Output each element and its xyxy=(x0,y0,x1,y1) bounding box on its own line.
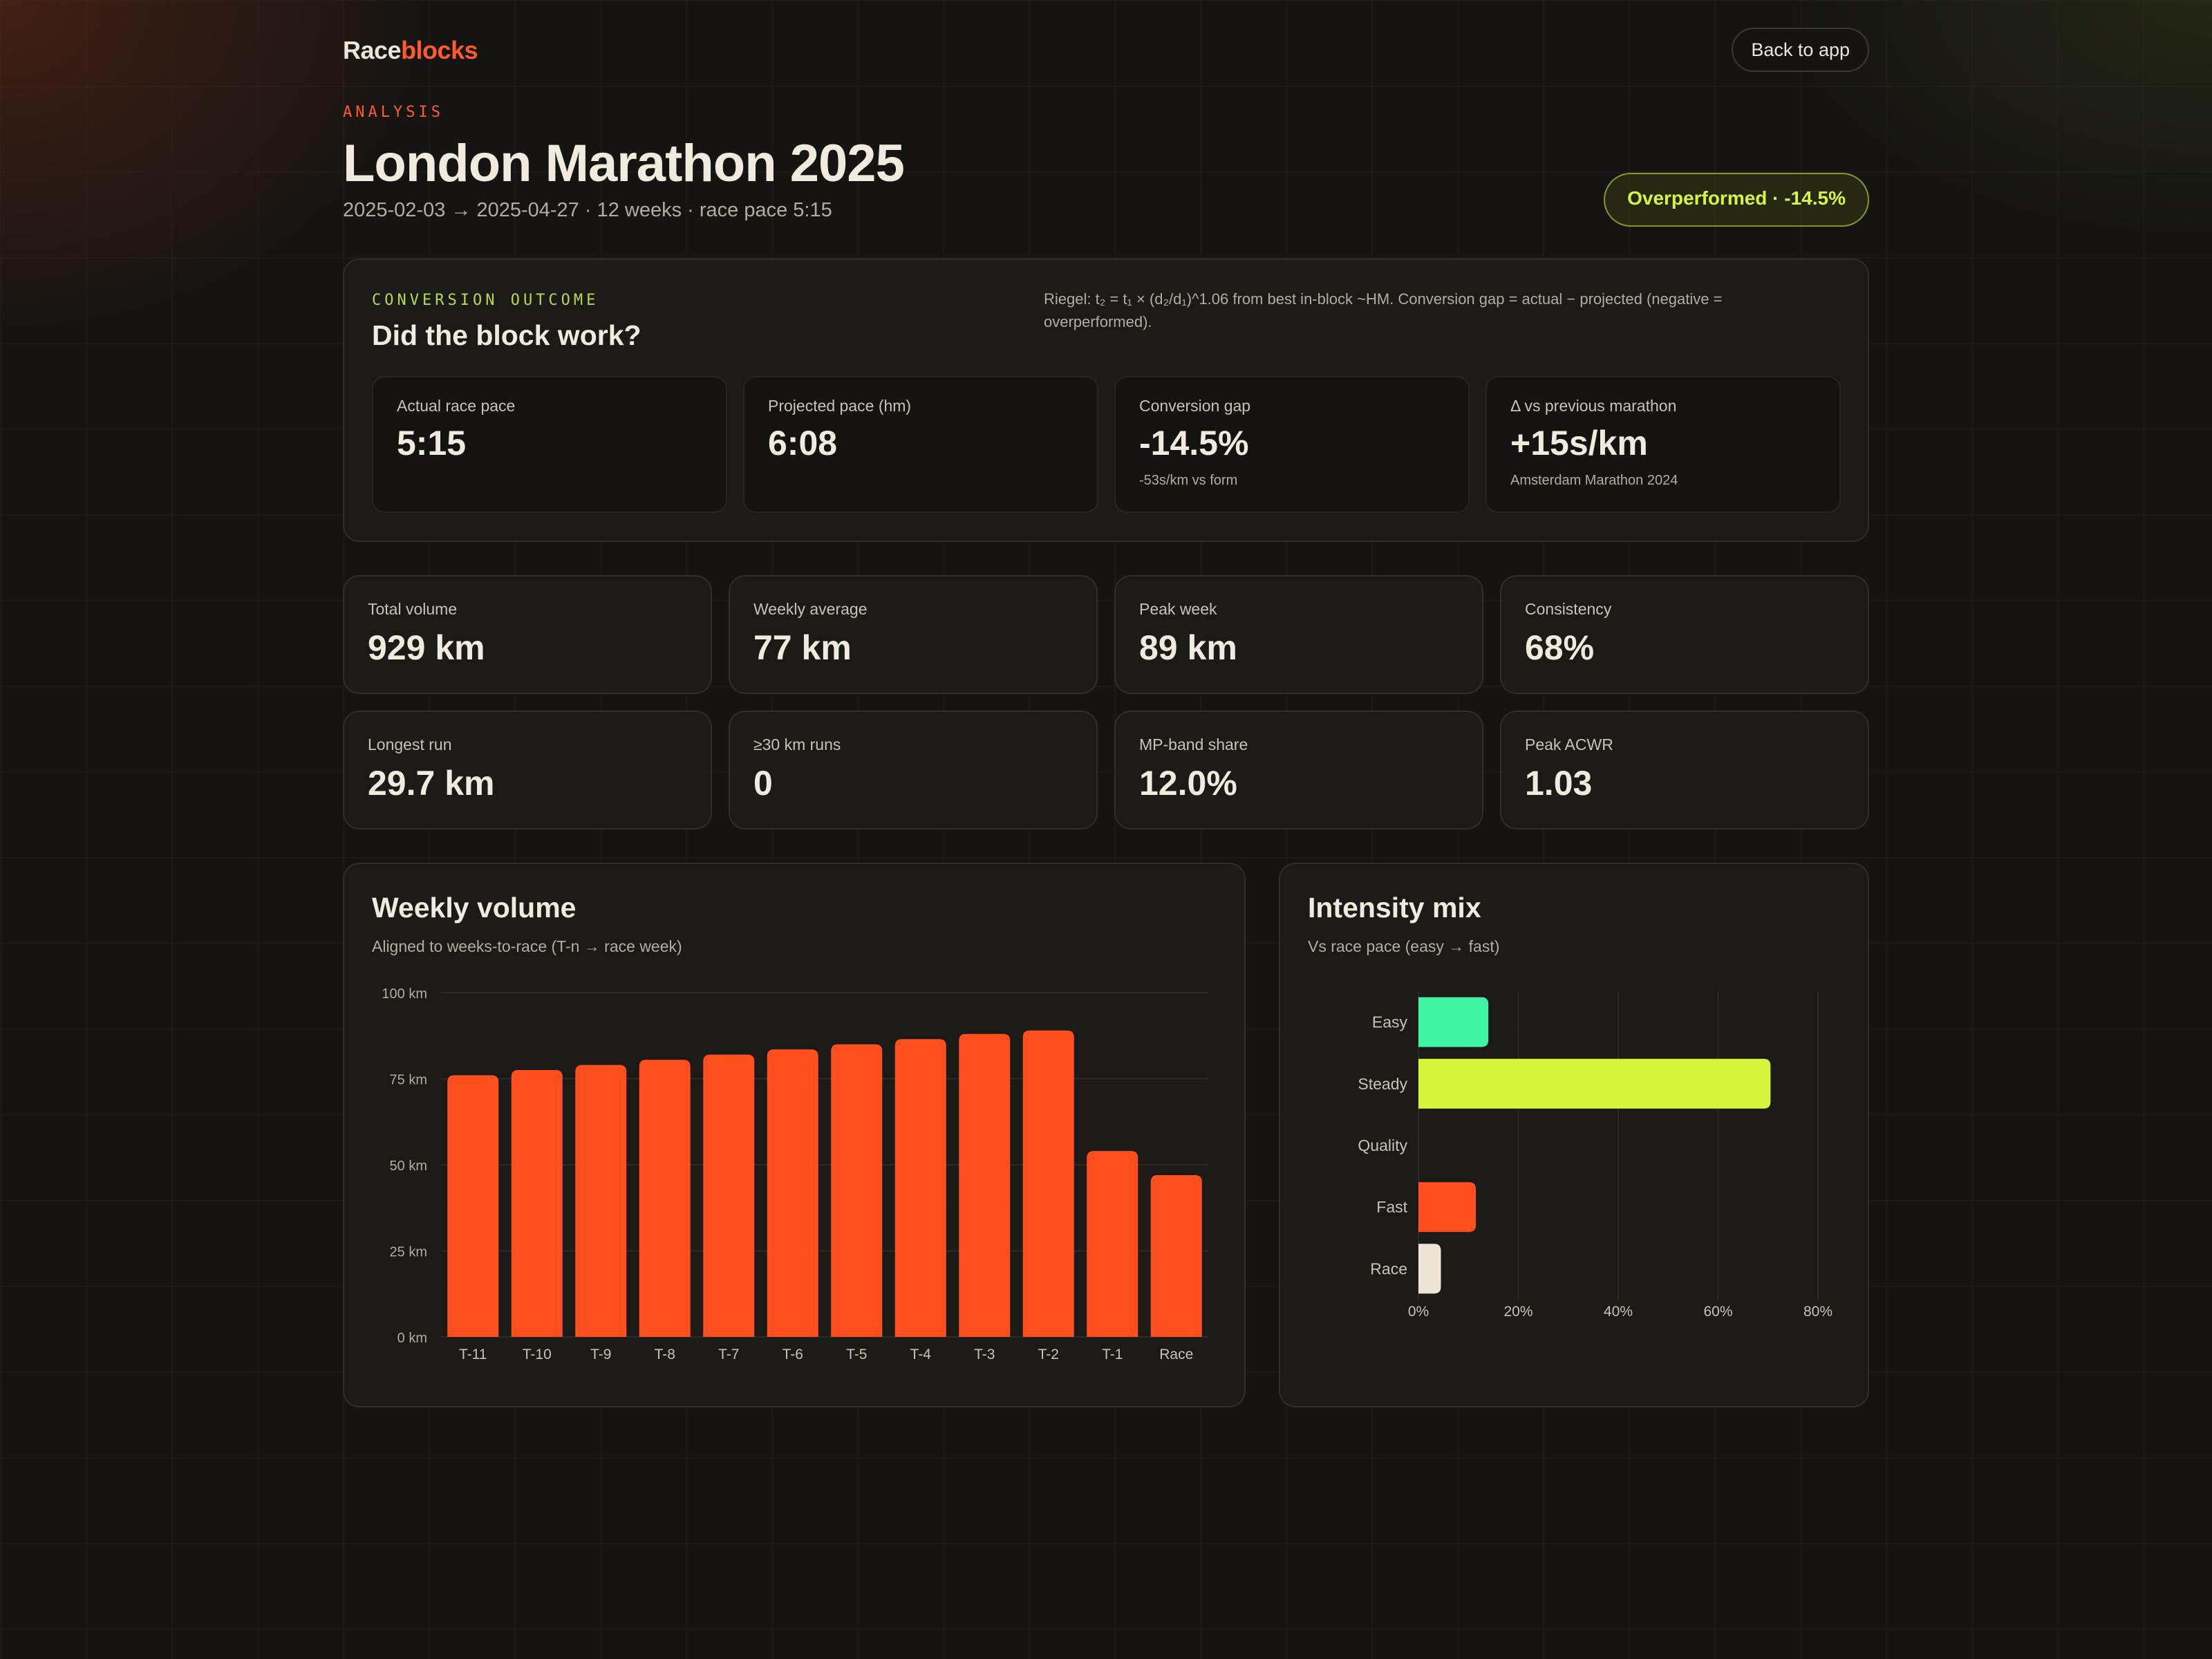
stat-value: 12.0% xyxy=(1139,764,1237,803)
x-tick-label: T-6 xyxy=(782,1347,803,1362)
weekly-volume-bar xyxy=(1087,1151,1138,1337)
intensity-bar xyxy=(1418,997,1489,1047)
y-category-label: Race xyxy=(1370,1259,1407,1277)
intensity-mix-chart: 0% 20% 40% 60% 80% Easy Steady Quality Fast Race xyxy=(1358,991,1833,1320)
stat-label: Total volume xyxy=(368,600,458,618)
kpi-actual-race-pace: Actual race pace 5:15 xyxy=(372,376,727,513)
y-tick-label: 100 km xyxy=(382,986,427,1002)
weekly-volume-bar xyxy=(511,1070,563,1337)
x-tick-label: 60% xyxy=(1703,1304,1732,1320)
stat-value: 29.7 km xyxy=(368,764,495,803)
stat-label: MP-band share xyxy=(1139,735,1248,753)
y-category-label: Easy xyxy=(1372,1013,1408,1031)
stat-peak-acwr: Peak ACWR 1.03 xyxy=(1500,711,1869,830)
stat-label: Peak ACWR xyxy=(1525,735,1613,753)
kpi-label: Actual race pace xyxy=(397,397,516,415)
y-tick-label: 75 km xyxy=(390,1073,427,1088)
weekly-volume-bar xyxy=(447,1075,499,1337)
intensity-bar xyxy=(1418,1244,1441,1294)
riegel-note: Riegel: t₂ = t₁ × (d₂/d₁)^1.06 from best… xyxy=(1044,290,1723,330)
weekly-volume-bar xyxy=(703,1054,755,1337)
x-tick-label: Race xyxy=(1159,1347,1193,1362)
x-tick-label: T-2 xyxy=(1038,1347,1059,1362)
logo-text-race: Race xyxy=(343,36,402,64)
weekly-volume-bar xyxy=(767,1049,818,1337)
x-tick-label: T-4 xyxy=(910,1347,932,1362)
weekly-volume-chart: 0 km 25 km 50 km 75 km 100 km T-11 T-10 T-9 T-8 T… xyxy=(382,986,1208,1362)
kpi-label: Conversion gap xyxy=(1139,397,1251,415)
kpi-value: 6:08 xyxy=(768,424,838,462)
stat-mp-band-share: MP-band share 12.0% xyxy=(1114,711,1483,830)
weekly-volume-bar xyxy=(831,1044,883,1337)
x-tick-label: T-8 xyxy=(655,1347,675,1362)
conversion-outcome-card: CONVERSION OUTCOME Did the block work? R… xyxy=(343,259,1869,542)
stat-label: Consistency xyxy=(1525,600,1612,618)
y-category-label: Fast xyxy=(1376,1198,1407,1216)
y-category-label: Steady xyxy=(1358,1075,1407,1093)
stat-longest-run: Longest run 29.7 km xyxy=(343,711,712,830)
page-subtitle: 2025-02-03 → 2025-04-27 · 12 weeks · rac… xyxy=(343,199,832,221)
stat-value: 1.03 xyxy=(1525,764,1593,803)
x-tick-label: 40% xyxy=(1604,1304,1633,1320)
kpi-sub: -53s/km vs form xyxy=(1139,473,1238,488)
stat-total-volume: Total volume 929 km xyxy=(343,575,712,694)
x-tick-label: T-7 xyxy=(718,1347,739,1362)
y-category-label: Quality xyxy=(1358,1136,1407,1154)
kpi-projected-pace: Projected pace (hm) 6:08 xyxy=(743,376,1098,513)
weekly-volume-bar xyxy=(894,1039,946,1337)
y-tick-label: 0 km xyxy=(397,1331,427,1346)
page-eyebrow: ANALYSIS xyxy=(343,104,444,121)
stat-label: ≥30 km runs xyxy=(753,735,841,753)
kpi-value: +15s/km xyxy=(1510,424,1648,462)
stat-peak-week: Peak week 89 km xyxy=(1114,575,1483,694)
stat-value: 929 km xyxy=(368,628,485,667)
stat-value: 0 xyxy=(753,764,773,803)
weekly-volume-bar xyxy=(1150,1174,1202,1337)
weekly-volume-bar xyxy=(575,1065,627,1337)
x-tick-label: T-10 xyxy=(523,1347,552,1362)
performance-badge: Overperformed · -14.5% xyxy=(1604,173,1869,227)
stat-30km-runs: ≥30 km runs 0 xyxy=(729,711,1098,830)
x-tick-label: T-1 xyxy=(1102,1347,1123,1362)
weekly-volume-bar xyxy=(959,1033,1011,1337)
intensity-bar xyxy=(1418,1182,1477,1232)
kpi-conversion-gap: Conversion gap -14.5% -53s/km vs form xyxy=(1114,376,1470,513)
stat-consistency: Consistency 68% xyxy=(1500,575,1869,694)
x-tick-label: T-3 xyxy=(974,1347,995,1362)
stat-label: Longest run xyxy=(368,735,452,753)
stat-label: Weekly average xyxy=(753,600,868,618)
weekly-volume-bar xyxy=(639,1060,691,1337)
x-tick-label: T-5 xyxy=(846,1347,867,1362)
stat-value: 68% xyxy=(1525,628,1595,667)
y-tick-label: 25 km xyxy=(390,1245,427,1260)
stat-label: Peak week xyxy=(1139,600,1217,618)
conversion-eyebrow: CONVERSION OUTCOME xyxy=(372,292,599,309)
x-tick-label: T-11 xyxy=(459,1347,487,1362)
back-to-app-button[interactable]: Back to app xyxy=(1732,28,1869,72)
intensity-mix-card: Intensity mix Vs race pace (easy → fast)… xyxy=(1279,863,1869,1407)
kpi-sub: Amsterdam Marathon 2024 xyxy=(1510,473,1678,488)
x-tick-label: 0% xyxy=(1408,1304,1429,1320)
x-tick-label: 80% xyxy=(1803,1304,1833,1320)
raceblocks-logo[interactable]: Raceblocks xyxy=(343,36,478,65)
intensity-bar xyxy=(1418,1058,1771,1109)
y-tick-label: 50 km xyxy=(390,1159,427,1174)
kpi-label: Projected pace (hm) xyxy=(768,397,912,415)
page-title: London Marathon 2025 xyxy=(343,134,905,193)
kpi-value: 5:15 xyxy=(397,424,467,462)
x-tick-label: T-9 xyxy=(590,1347,611,1362)
kpi-label: Δ vs previous marathon xyxy=(1510,397,1677,415)
weekly-volume-card: Weekly volume Aligned to weeks-to-race (… xyxy=(343,863,1246,1407)
weekly-volume-bar xyxy=(1022,1030,1074,1337)
conversion-title: Did the block work? xyxy=(372,319,641,351)
x-tick-label: 20% xyxy=(1503,1304,1533,1320)
stat-weekly-average: Weekly average 77 km xyxy=(729,575,1098,694)
stat-value: 89 km xyxy=(1139,628,1237,667)
logo-text-blocks: blocks xyxy=(401,36,478,64)
stat-value: 77 km xyxy=(753,628,852,667)
kpi-value: -14.5% xyxy=(1139,424,1249,462)
kpi-delta-previous-marathon: Δ vs previous marathon +15s/km Amsterdam… xyxy=(1485,376,1841,513)
